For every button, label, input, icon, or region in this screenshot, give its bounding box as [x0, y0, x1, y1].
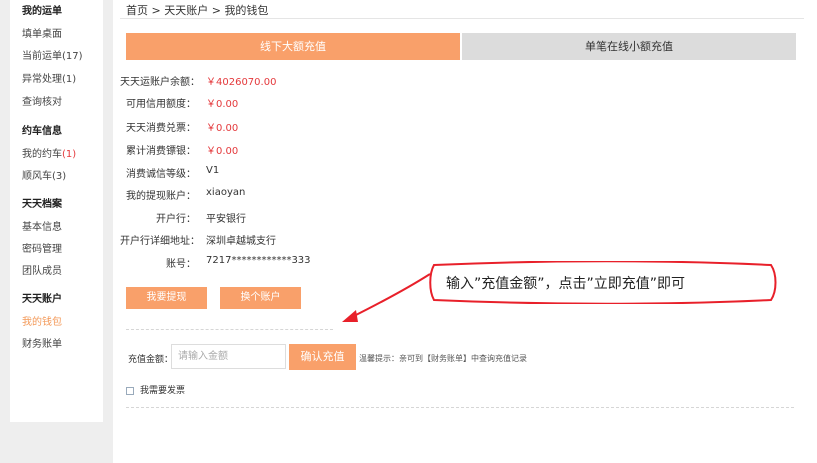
balance-label: 天天运账户余额：: [120, 77, 200, 88]
sidebar-item-my-booking-count: (1): [62, 149, 77, 160]
sidebar-item-my-booking[interactable]: 我的约车(1): [22, 145, 76, 160]
left-gutter: [0, 0, 10, 463]
sidebar: 我的运单 填单桌面 当前运单(17) 异常处理(1) 查询核对 约车信息 我的约…: [10, 0, 103, 422]
invoice-checkbox-row[interactable]: 我需要发票: [126, 383, 185, 396]
sidebar-item-basic-info[interactable]: 基本信息: [22, 218, 62, 233]
sidebar-item-current-waybill[interactable]: 当前运单(17): [22, 47, 83, 62]
breadcrumb-current: 我的钱包: [224, 4, 269, 17]
sidebar-group-title-account: 天天账户: [22, 294, 62, 305]
bank-address-label: 开户行详细地址：: [120, 236, 200, 247]
section-divider: [126, 329, 333, 330]
recharge-tip: 温馨提示：亲可到【财务账单】中查询充值记录: [359, 354, 527, 363]
recharge-amount-input[interactable]: [171, 344, 286, 369]
sidebar-item-team[interactable]: 团队成员: [22, 262, 62, 277]
sidebar-item-exception[interactable]: 异常处理(1): [22, 70, 76, 85]
sidebar-divider: [103, 0, 113, 463]
breadcrumb-separator: >: [148, 4, 165, 17]
confirm-recharge-button[interactable]: 确认充值: [289, 344, 356, 370]
invoice-checkbox[interactable]: [126, 386, 134, 395]
sidebar-group-title-booking: 约车信息: [22, 126, 62, 137]
sidebar-item-fill-desk[interactable]: 填单桌面: [22, 25, 62, 40]
breadcrumb-divider: [120, 18, 804, 19]
withdraw-account-label: 我的提现账户：: [126, 191, 196, 202]
sidebar-item-password[interactable]: 密码管理: [22, 240, 62, 255]
sidebar-footer-area: [10, 422, 113, 463]
credit-level-value: V1: [206, 165, 220, 176]
voucher-label: 天天消费兑票：: [126, 123, 196, 134]
breadcrumb-home[interactable]: 首页: [126, 4, 148, 17]
silver-value: ￥0.00: [206, 146, 239, 157]
recharge-amount-label: 充值金额：: [128, 355, 174, 365]
account-number-label: 账号：: [166, 259, 196, 270]
bank-label: 开户行：: [156, 214, 196, 225]
credit-label: 可用信用额度：: [126, 99, 196, 110]
tab-online-recharge[interactable]: 单笔在线小额充值: [462, 33, 796, 60]
change-account-button[interactable]: 换个账户: [220, 287, 301, 309]
silver-label: 累计消费镖银：: [126, 146, 196, 157]
sidebar-group-title-archive: 天天档案: [22, 199, 62, 210]
bank-address-value: 深圳卓越城支行: [206, 236, 276, 247]
breadcrumb-account[interactable]: 天天账户: [164, 4, 208, 17]
sidebar-item-query[interactable]: 查询核对: [22, 93, 62, 108]
sidebar-item-ride-share[interactable]: 顺风车(3): [22, 167, 66, 182]
sidebar-group-title-waybill: 我的运单: [22, 6, 62, 17]
breadcrumb-separator: >: [208, 4, 225, 17]
voucher-value: ￥0.00: [206, 123, 239, 134]
invoice-label: 我需要发票: [140, 386, 186, 396]
bottom-divider: [126, 407, 794, 408]
balance-value: ￥4026070.00: [206, 77, 277, 88]
withdraw-account-value: xiaoyan: [206, 187, 246, 198]
account-number-value: 7217************333: [206, 255, 311, 266]
tab-offline-recharge[interactable]: 线下大额充值: [126, 33, 460, 60]
credit-value: ￥0.00: [206, 99, 239, 110]
bank-value: 平安银行: [206, 214, 246, 225]
credit-level-label: 消费诚信等级：: [126, 169, 196, 180]
breadcrumb: 首页 > 天天账户 > 我的钱包: [126, 2, 268, 18]
withdraw-button[interactable]: 我要提现: [126, 287, 207, 309]
sidebar-item-my-booking-label: 我的约车: [22, 149, 62, 160]
annotation-arrow-icon: [342, 273, 431, 322]
sidebar-item-finance-bill[interactable]: 财务账单: [22, 335, 62, 350]
annotation-text: 输入”充值金额”，点击”立即充值”即可: [446, 276, 686, 292]
sidebar-item-my-wallet[interactable]: 我的钱包: [22, 313, 62, 328]
